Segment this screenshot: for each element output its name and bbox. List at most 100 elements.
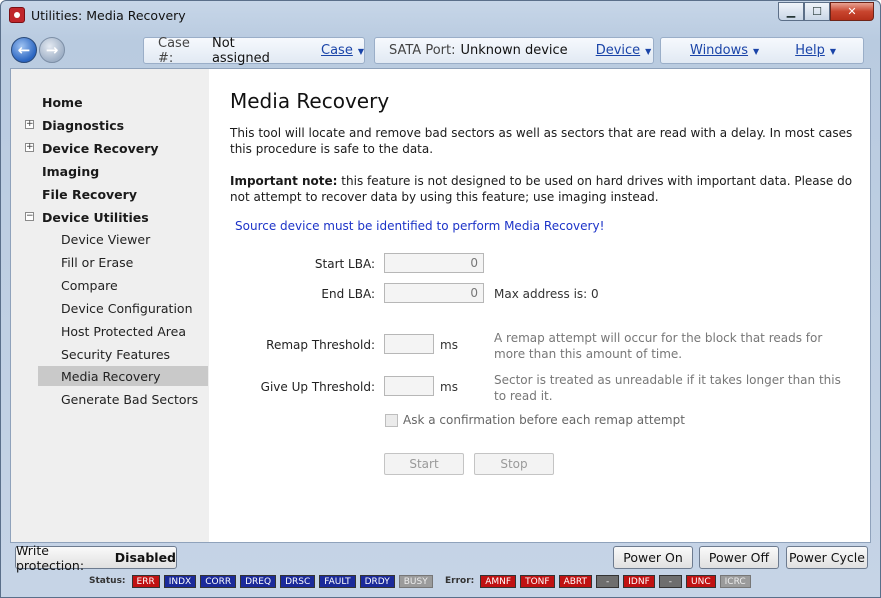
sidebar-item-device-viewer[interactable]: Device Viewer xyxy=(61,229,150,249)
giveup-threshold-label: Give Up Threshold: xyxy=(260,380,375,394)
sidebar-item-generate-bad-sectors[interactable]: Generate Bad Sectors xyxy=(61,389,198,409)
start-button[interactable]: Start xyxy=(384,453,464,475)
windows-menu[interactable]: Windows ▼ xyxy=(690,43,759,58)
caret-down-icon: ▼ xyxy=(357,47,364,56)
bottom-bar: Write protection: Disabled Power On Powe… xyxy=(1,543,880,597)
remap-unit: ms xyxy=(440,338,458,352)
remap-threshold-input[interactable] xyxy=(384,334,434,354)
app-window: Utilities: Media Recovery ▁ ☐ ✕ ← → Case… xyxy=(0,0,881,598)
end-lba-label: End LBA: xyxy=(321,287,375,301)
error-flag-unused: - xyxy=(658,574,683,588)
arrow-left-icon: ← xyxy=(17,41,31,59)
status-flag-fault: FAULT xyxy=(319,574,356,588)
sidebar-item-host-protected-area[interactable]: Host Protected Area xyxy=(61,321,186,341)
giveup-hint: Sector is treated as unreadable if it ta… xyxy=(494,373,841,403)
expand-icon[interactable]: + xyxy=(25,143,34,152)
stop-button[interactable]: Stop xyxy=(474,453,554,475)
back-button[interactable]: ← xyxy=(11,37,37,63)
status-flag-drsc: DRSC xyxy=(280,574,316,588)
remap-hint: A remap attempt will occur for the block… xyxy=(494,331,823,361)
caret-down-icon: ▼ xyxy=(753,47,760,56)
write-protection-label: Write protection: xyxy=(16,542,85,573)
sidebar-item-compare[interactable]: Compare xyxy=(61,275,118,295)
case-value: Not assigned xyxy=(211,35,270,66)
source-device-warning: Source device must be identified to perf… xyxy=(235,219,605,233)
status-register: Status: ERR INDX CORR DREQ DRSC FAULT DR… xyxy=(89,574,437,588)
power-on-button[interactable]: Power On xyxy=(613,546,693,569)
close-button[interactable]: ✕ xyxy=(830,2,874,21)
intro-text: This tool will locate and remove bad sec… xyxy=(230,126,853,156)
sidebar-item-device-configuration[interactable]: Device Configuration xyxy=(61,298,193,318)
arrow-right-icon: → xyxy=(45,41,59,59)
help-menu[interactable]: Help ▼ xyxy=(795,43,836,58)
title-bar: Utilities: Media Recovery ▁ ☐ ✕ xyxy=(1,1,880,31)
giveup-threshold-input[interactable] xyxy=(384,376,434,396)
sidebar-item-device-utilities[interactable]: Device Utilities xyxy=(42,207,149,227)
main-content: Media Recovery This tool will locate and… xyxy=(209,69,870,542)
maximize-button[interactable]: ☐ xyxy=(804,2,830,21)
forward-button[interactable]: → xyxy=(39,37,65,63)
case-label: Case #: xyxy=(158,35,190,66)
error-flag-amnf: AMNF xyxy=(480,574,517,588)
error-register: Error: AMNF TONF ABRT - IDNF - UNC ICRC xyxy=(445,574,755,588)
error-flag-icrc: ICRC xyxy=(719,574,751,588)
windows-menu-label: Windows xyxy=(690,43,749,58)
status-flag-corr: CORR xyxy=(200,574,237,588)
case-menu[interactable]: Case ▼ xyxy=(321,43,364,58)
sata-label: SATA Port: xyxy=(389,43,456,58)
minimize-icon: ▁ xyxy=(786,5,796,18)
error-flag-tonf: TONF xyxy=(520,574,555,588)
confirm-checkbox[interactable] xyxy=(385,413,398,427)
power-off-button[interactable]: Power Off xyxy=(699,546,779,569)
minimize-button[interactable]: ▁ xyxy=(778,2,804,21)
sidebar: Home + Diagnostics + Device Recovery Ima… xyxy=(11,69,209,542)
confirm-label: Ask a confirmation before each remap att… xyxy=(403,413,685,427)
giveup-unit: ms xyxy=(440,380,458,394)
sidebar-item-file-recovery[interactable]: File Recovery xyxy=(42,184,137,204)
error-flag-unc: UNC xyxy=(686,574,716,588)
device-menu[interactable]: Device ▼ xyxy=(596,43,652,58)
collapse-icon[interactable]: − xyxy=(25,212,34,221)
note-heading: Important note: xyxy=(230,174,338,188)
sidebar-item-fill-or-erase[interactable]: Fill or Erase xyxy=(61,252,133,272)
menu-group: Windows ▼ Help ▼ xyxy=(660,37,864,64)
help-menu-label: Help xyxy=(795,43,825,58)
confirm-row: Ask a confirmation before each remap att… xyxy=(385,413,685,427)
sidebar-item-home[interactable]: Home xyxy=(42,92,83,112)
start-lba-input[interactable]: 0 xyxy=(384,253,484,273)
sidebar-item-media-recovery[interactable]: Media Recovery xyxy=(38,366,208,386)
caret-down-icon: ▼ xyxy=(829,47,836,56)
end-lba-input[interactable]: 0 xyxy=(384,283,484,303)
error-label: Error: xyxy=(445,576,475,586)
sidebar-item-imaging[interactable]: Imaging xyxy=(42,161,99,181)
start-lba-label: Start LBA: xyxy=(314,257,375,271)
toolbar: ← → Case #: Not assigned Case ▼ SATA Port… xyxy=(1,32,880,68)
status-flag-busy: BUSY xyxy=(398,574,433,588)
sata-value: Unknown device xyxy=(460,43,568,58)
status-flag-dreq: DREQ xyxy=(240,574,277,588)
power-cycle-button[interactable]: Power Cycle xyxy=(786,546,868,569)
caret-down-icon: ▼ xyxy=(645,47,652,56)
status-flag-drdy: DRDY xyxy=(359,574,395,588)
error-flag-abrt: ABRT xyxy=(558,574,593,588)
sata-group: SATA Port: Unknown device Device ▼ xyxy=(374,37,654,64)
error-flag-unused: - xyxy=(596,574,620,588)
client-area: Home + Diagnostics + Device Recovery Ima… xyxy=(10,68,871,543)
window-title: Utilities: Media Recovery xyxy=(31,8,186,23)
status-label: Status: xyxy=(89,576,126,586)
sidebar-item-device-recovery[interactable]: Device Recovery xyxy=(42,138,159,158)
page-title: Media Recovery xyxy=(230,89,390,113)
sidebar-item-security-features[interactable]: Security Features xyxy=(61,344,170,364)
case-menu-label: Case xyxy=(321,43,353,58)
status-flag-err: ERR xyxy=(131,574,160,588)
maximize-icon: ☐ xyxy=(812,5,822,18)
case-group: Case #: Not assigned Case ▼ xyxy=(143,35,365,66)
important-note: Important note: this feature is not desi… xyxy=(230,173,860,205)
error-flag-idnf: IDNF xyxy=(623,574,655,588)
max-address-text: Max address is: 0 xyxy=(494,287,599,301)
sidebar-item-diagnostics[interactable]: Diagnostics xyxy=(42,115,124,135)
device-menu-label: Device xyxy=(595,43,641,58)
expand-icon[interactable]: + xyxy=(25,120,34,129)
write-protection-button[interactable]: Write protection: Disabled xyxy=(15,543,177,573)
remap-threshold-label: Remap Threshold: xyxy=(266,338,375,352)
